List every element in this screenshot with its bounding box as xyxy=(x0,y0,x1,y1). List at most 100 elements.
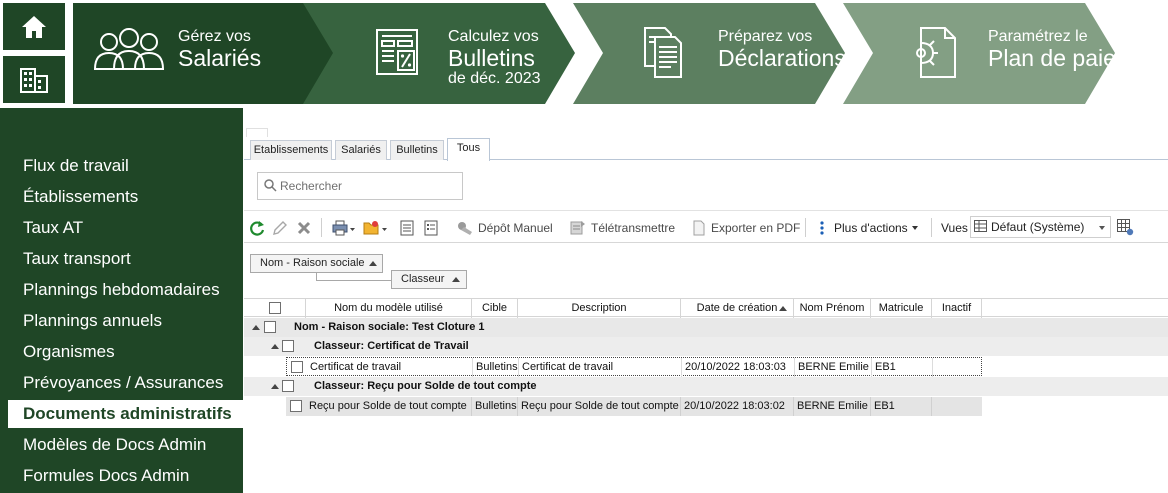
printer-icon xyxy=(332,220,355,235)
table-row[interactable]: Reçu pour Solde de tout compte Bulletins… xyxy=(286,397,982,416)
search-input[interactable]: Rechercher xyxy=(257,172,463,200)
group-chip-classeur[interactable]: Classeur xyxy=(391,270,467,289)
col-nom-modele[interactable]: Nom du modèle utilisé xyxy=(306,299,472,318)
subgroup-label: Classeur: Reçu pour Solde de tout compte xyxy=(314,380,537,392)
teletransmettre-button[interactable]: Télétransmettre xyxy=(569,211,675,244)
step-line2: Salariés xyxy=(178,45,262,71)
group-row[interactable]: Nom - Raison sociale: Test Cloture 1 xyxy=(244,318,1168,337)
tab-tous[interactable]: Tous xyxy=(447,138,490,161)
tab-etablissements[interactable]: Etablissements xyxy=(250,140,332,160)
document-button[interactable] xyxy=(399,211,415,244)
sidebar-item-flux[interactable]: Flux de travail xyxy=(23,156,129,176)
group-chip-label: Nom - Raison sociale xyxy=(260,257,365,269)
step-line1: Calculez vos xyxy=(448,28,539,45)
sidebar-item-prevoyances[interactable]: Prévoyances / Assurances xyxy=(23,373,223,393)
sidebar: Flux de travail Établissements Taux AT T… xyxy=(0,108,243,493)
sidebar-item-documents-administratifs[interactable]: Documents administratifs xyxy=(8,400,243,428)
toolbar: Dépôt Manuel Télétransmettre Exporter en… xyxy=(244,210,1168,243)
cell-cible: Bulletins xyxy=(472,397,518,416)
close-icon xyxy=(297,221,311,234)
cell-matricule: EB1 xyxy=(872,358,933,377)
group-connector xyxy=(316,273,391,281)
print-button[interactable] xyxy=(332,211,356,244)
col-nom-prenom[interactable]: Nom Prénom xyxy=(794,299,871,318)
list-button[interactable] xyxy=(423,211,439,244)
col-date-creation-label: Date de création xyxy=(696,302,778,314)
tab-salaries[interactable]: Salariés xyxy=(335,140,387,160)
col-cible[interactable]: Cible xyxy=(472,299,518,318)
delete-button[interactable] xyxy=(296,211,312,244)
step-bulletins[interactable]: Calculez vos Bulletins de déc. 2023 xyxy=(303,3,578,104)
grid-header: Nom du modèle utilisé Cible Description … xyxy=(244,298,1168,318)
sidebar-item-taux-at[interactable]: Taux AT xyxy=(23,218,83,238)
refresh-button[interactable] xyxy=(249,211,265,244)
step-plan-de-paie[interactable]: Paramétrez le Plan de paie xyxy=(843,3,1118,104)
step-declarations[interactable]: Préparez vos Déclarations xyxy=(573,3,848,104)
cell-inactif xyxy=(933,358,983,377)
more-vertical-icon xyxy=(820,220,824,235)
views-label: Vues xyxy=(941,220,968,235)
step-line2: Plan de paie xyxy=(988,45,1116,71)
col-inactif[interactable]: Inactif xyxy=(932,299,982,318)
grid-settings-button[interactable] xyxy=(1117,211,1134,244)
group-checkbox[interactable] xyxy=(264,321,276,333)
step-line2: Bulletins xyxy=(448,45,535,71)
table-row[interactable]: Certificat de travail Bulletins Certific… xyxy=(286,357,983,377)
select-all-checkbox[interactable] xyxy=(269,302,281,314)
subgroup-checkbox[interactable] xyxy=(282,340,294,352)
list-icon xyxy=(424,220,438,235)
cell-inactif xyxy=(932,397,982,416)
company-button[interactable] xyxy=(3,56,65,103)
search-icon xyxy=(264,179,277,192)
sidebar-item-formules-docs[interactable]: Formules Docs Admin xyxy=(23,466,189,486)
step-line1: Gérez vos xyxy=(178,28,251,45)
group-chip-raison-sociale[interactable]: Nom - Raison sociale xyxy=(250,254,383,273)
open-button[interactable] xyxy=(363,211,389,244)
pencil-icon xyxy=(273,220,287,235)
subgroup-checkbox[interactable] xyxy=(282,380,294,392)
subgroup-row[interactable]: Classeur: Reçu pour Solde de tout compte xyxy=(244,377,1168,396)
row-checkbox[interactable] xyxy=(291,361,303,373)
depot-manuel-button[interactable]: Dépôt Manuel xyxy=(456,211,553,244)
edit-button[interactable] xyxy=(272,211,288,244)
payslip-calculator-icon xyxy=(376,29,418,75)
more-actions-button[interactable]: Plus d'actions xyxy=(818,211,919,244)
step-line1: Préparez vos xyxy=(718,28,813,45)
collapse-icon[interactable] xyxy=(271,344,279,349)
cell-nom-prenom: BERNE Emilie xyxy=(794,397,871,416)
col-date-creation[interactable]: Date de création xyxy=(681,299,794,318)
sidebar-item-modeles-docs[interactable]: Modèles de Docs Admin xyxy=(23,435,206,455)
collapse-icon[interactable] xyxy=(252,325,260,330)
workflow-steps: Gérez vos Salariés Calculez vos Bulletin… xyxy=(73,3,1168,104)
sidebar-item-plannings-hebdo[interactable]: Plannings hebdomadaires xyxy=(23,280,220,300)
sidebar-item-plannings-annuels[interactable]: Plannings annuels xyxy=(23,311,162,331)
people-icon xyxy=(93,28,165,70)
export-pdf-button[interactable]: Exporter en PDF xyxy=(691,211,800,244)
chevron-down-icon xyxy=(911,225,918,230)
cell-nom-prenom: BERNE Emilie xyxy=(795,358,872,377)
collapse-icon[interactable] xyxy=(271,384,279,389)
view-select[interactable]: Défaut (Système) xyxy=(970,216,1111,238)
settings-document-icon xyxy=(916,27,956,78)
sort-up-icon xyxy=(452,277,460,282)
select-all-cell xyxy=(244,299,306,318)
row-checkbox[interactable] xyxy=(290,400,302,412)
folder-icon xyxy=(363,220,387,234)
col-description[interactable]: Description xyxy=(518,299,681,318)
sidebar-item-taux-transport[interactable]: Taux transport xyxy=(23,249,131,269)
group-chip-label: Classeur xyxy=(401,273,445,285)
refresh-icon xyxy=(250,220,265,236)
upload-hand-icon xyxy=(458,221,472,235)
teletransmettre-label: Télétransmettre xyxy=(591,220,676,235)
building-icon xyxy=(20,67,48,93)
sidebar-item-etablissements[interactable]: Établissements xyxy=(23,187,138,207)
step-salaries[interactable]: Gérez vos Salariés xyxy=(73,3,338,104)
subgroup-row[interactable]: Classeur: Certificat de Travail xyxy=(244,337,1168,356)
cell-nom-modele: Reçu pour Solde de tout compte xyxy=(306,397,472,416)
tab-bulletins[interactable]: Bulletins xyxy=(390,140,444,160)
cell-nom-modele: Certificat de travail xyxy=(307,358,473,377)
col-matricule[interactable]: Matricule xyxy=(871,299,932,318)
sidebar-item-organismes[interactable]: Organismes xyxy=(23,342,115,362)
tab-strip-handle xyxy=(246,128,268,137)
home-button[interactable] xyxy=(3,3,65,50)
